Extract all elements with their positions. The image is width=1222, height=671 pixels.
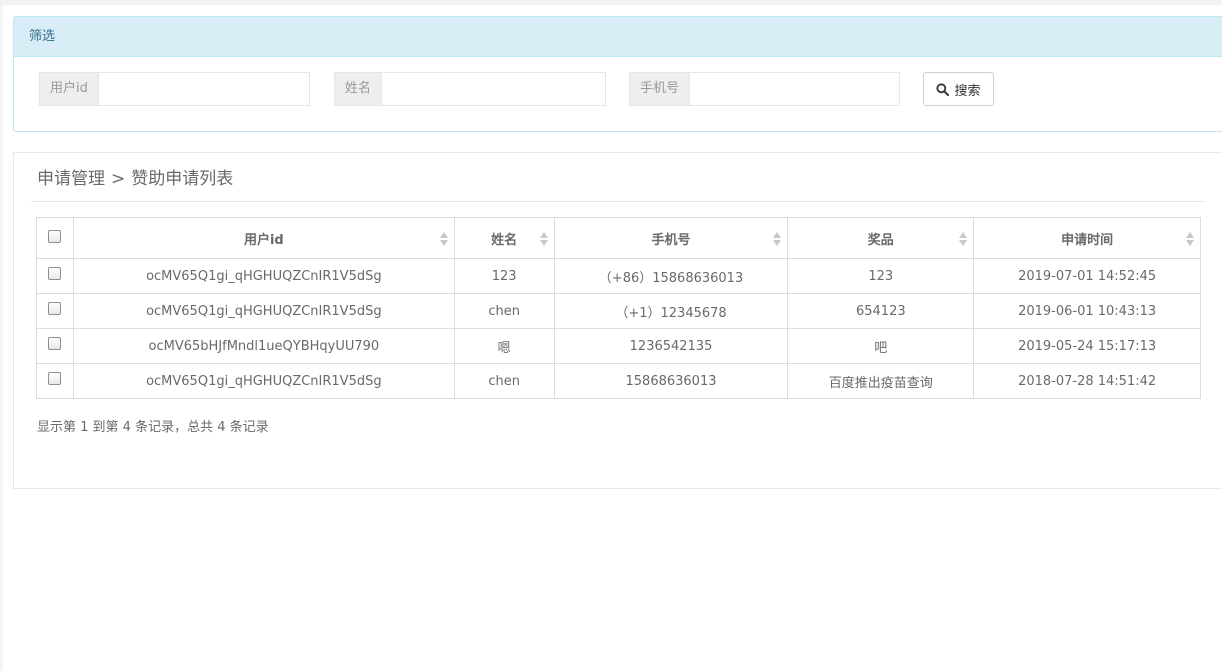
row-checkbox[interactable] <box>48 371 62 385</box>
breadcrumb-separator: > <box>111 169 126 189</box>
name-input[interactable] <box>381 72 607 106</box>
table-row: ocMV65Q1gi_qHGHUQZCnIR1V5dSg chen （+1）12… <box>36 293 1201 329</box>
sort-both-icon <box>959 231 968 247</box>
name-label: 姓名 <box>334 72 382 106</box>
cell-apply-time: 2019-07-01 14:52:45 <box>973 258 1201 294</box>
table-row: ocMV65Q1gi_qHGHUQZCnIR1V5dSg 123 （+86）15… <box>36 258 1201 294</box>
row-checkbox[interactable] <box>48 301 62 315</box>
select-all-checkbox[interactable] <box>48 229 62 243</box>
search-button-label: 搜索 <box>954 83 981 99</box>
cell-user-id: ocMV65Q1gi_qHGHUQZCnIR1V5dSg <box>72 293 455 329</box>
breadcrumb-parent: 申请管理 <box>37 169 105 189</box>
phone-input[interactable] <box>689 72 901 106</box>
sort-both-icon <box>539 231 548 247</box>
cell-prize: 吧 <box>787 328 975 364</box>
search-button[interactable]: 搜索 <box>923 72 994 106</box>
row-select-cell <box>36 328 74 364</box>
cell-prize: 654123 <box>787 293 975 329</box>
user-id-input[interactable] <box>97 72 310 106</box>
pagination-summary: 显示第 1 到第 4 条记录，总共 4 条记录 <box>37 420 269 435</box>
cell-name: 嗯 <box>453 328 555 364</box>
table-row: ocMV65Q1gi_qHGHUQZCnIR1V5dSg chen 158686… <box>36 363 1201 399</box>
cell-apply-time: 2018-07-28 14:51:42 <box>973 363 1201 399</box>
breadcrumb-current: 赞助申请列表 <box>131 169 234 189</box>
column-header-apply-time[interactable]: 申请时间 <box>973 217 1201 259</box>
column-header-name[interactable]: 姓名 <box>453 217 555 259</box>
cell-prize: 百度推出疫苗查询 <box>787 363 975 399</box>
left-strip <box>0 0 3 671</box>
filter-panel-title: 筛选 <box>14 17 1222 57</box>
cell-phone: 1236542135 <box>553 328 789 364</box>
top-strip <box>0 0 1222 5</box>
sort-both-icon <box>773 231 782 247</box>
select-all-cell <box>36 217 74 259</box>
page: 筛选 用户id 姓名 手机号 搜索 申请管理 > 赞助申请列表 用户id 姓名 手机… <box>0 0 1222 671</box>
column-header-label: 手机号 <box>651 232 691 248</box>
phone-label: 手机号 <box>629 72 690 106</box>
breadcrumb-divider <box>31 201 1206 202</box>
column-header-user-id[interactable]: 用户id <box>72 217 455 259</box>
phone-input-group: 手机号 <box>629 72 901 106</box>
name-input-group: 姓名 <box>334 72 607 106</box>
table-row: ocMV65bHJfMndl1ueQYBHqyUU790 嗯 123654213… <box>36 328 1201 364</box>
column-header-prize[interactable]: 奖品 <box>787 217 975 259</box>
cell-phone: 15868636013 <box>553 363 789 399</box>
cell-user-id: ocMV65Q1gi_qHGHUQZCnIR1V5dSg <box>72 363 455 399</box>
application-table: 用户id 姓名 手机号 奖品 申请时间 ocMV65Q1gi_qHGHUQZCn… <box>36 217 1201 399</box>
breadcrumb: 申请管理 > 赞助申请列表 <box>37 167 233 191</box>
user-id-label: 用户id <box>39 72 98 106</box>
row-select-cell <box>36 363 74 399</box>
cell-apply-time: 2019-06-01 10:43:13 <box>973 293 1201 329</box>
cell-name: chen <box>453 363 555 399</box>
cell-name: chen <box>453 293 555 329</box>
cell-name: 123 <box>453 258 555 294</box>
sort-both-icon <box>1186 231 1194 247</box>
cell-apply-time: 2019-05-24 15:17:13 <box>973 328 1201 364</box>
row-select-cell <box>36 258 74 294</box>
table-header-row: 用户id 姓名 手机号 奖品 申请时间 <box>36 217 1201 259</box>
user-id-input-group: 用户id <box>39 72 310 106</box>
column-header-label: 奖品 <box>867 232 894 248</box>
row-select-cell <box>36 293 74 329</box>
row-checkbox[interactable] <box>48 266 62 280</box>
sort-both-icon <box>439 231 448 247</box>
column-header-label: 姓名 <box>491 232 518 248</box>
cell-prize: 123 <box>787 258 975 294</box>
row-checkbox[interactable] <box>48 336 62 350</box>
search-icon <box>936 82 950 96</box>
column-header-label: 用户id <box>243 232 284 248</box>
column-header-phone[interactable]: 手机号 <box>553 217 789 259</box>
column-header-label: 申请时间 <box>1061 232 1114 248</box>
cell-phone: （+86）15868636013 <box>553 258 789 294</box>
cell-user-id: ocMV65Q1gi_qHGHUQZCnIR1V5dSg <box>72 258 455 294</box>
cell-user-id: ocMV65bHJfMndl1ueQYBHqyUU790 <box>72 328 455 364</box>
cell-phone: （+1）12345678 <box>553 293 789 329</box>
